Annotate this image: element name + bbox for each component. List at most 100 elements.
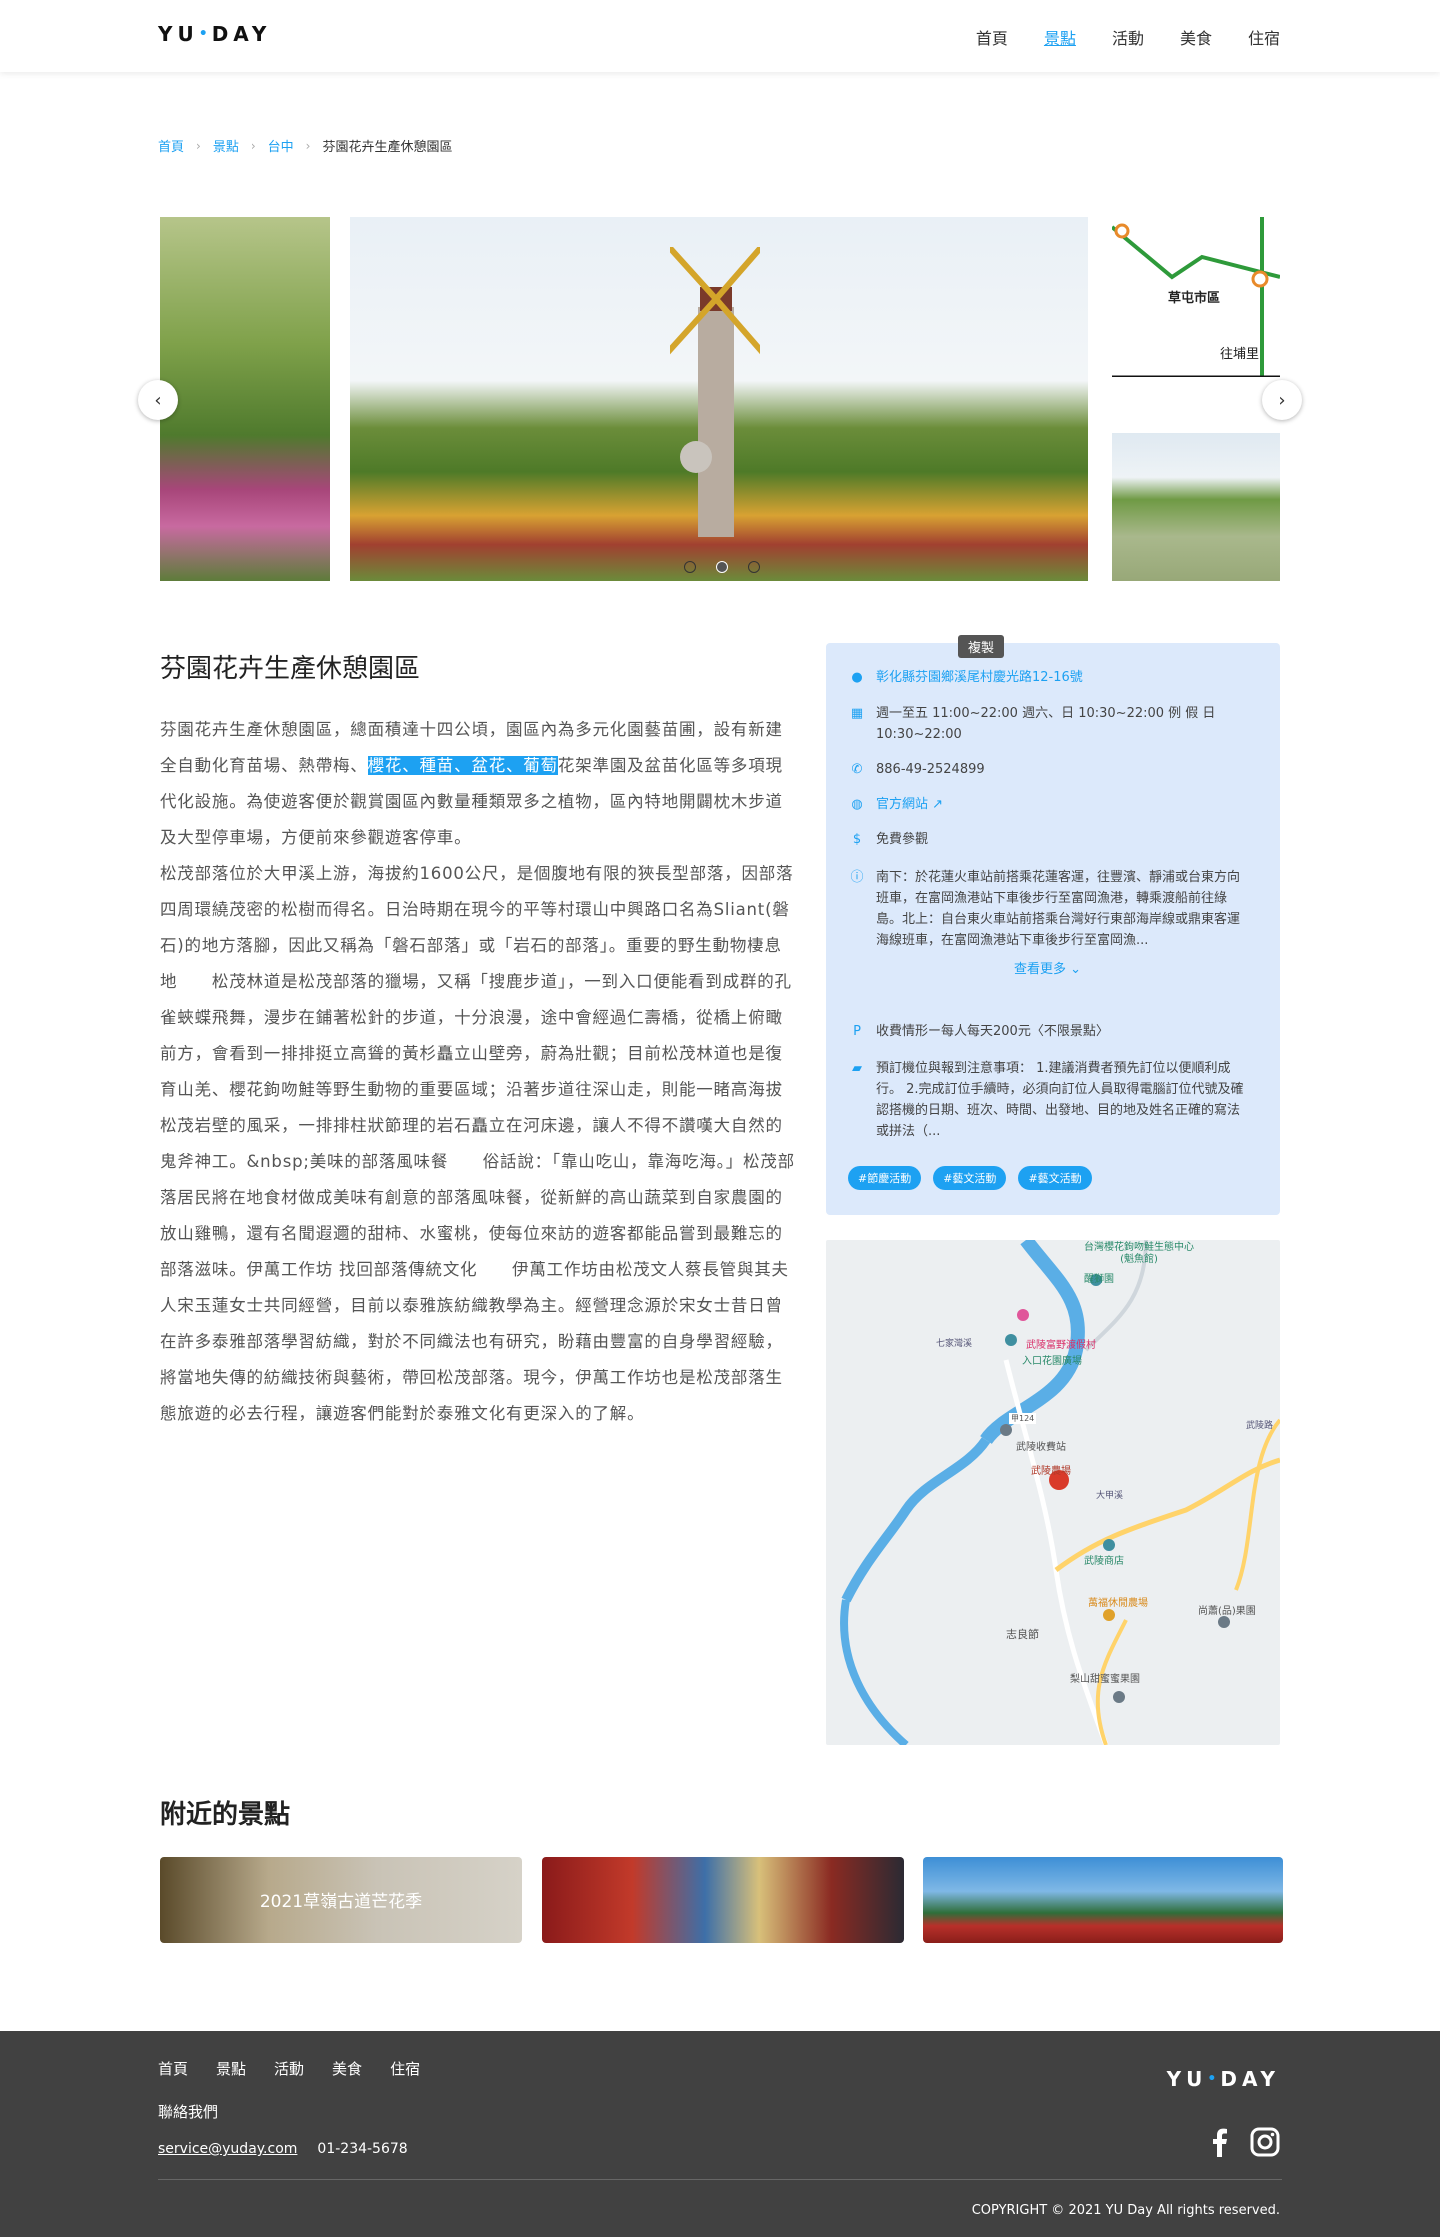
facebook-icon[interactable] [1212, 2127, 1228, 2157]
footer-nav-activities[interactable]: 活動 [274, 2058, 304, 2079]
globe-icon: ◍ [851, 797, 863, 812]
breadcrumb-home[interactable]: 首頁 [158, 136, 184, 155]
carousel-dot-1[interactable] [684, 561, 696, 573]
info-hours: ▦ 週一至五 11:00~22:00 週六、日 10:30~22:00 例 假 … [850, 703, 1246, 745]
transport-text: 南下：於花蓮火車站前搭乘花蓮客運，往豐濱、靜浦或台東方向班車，在富岡漁港站下車後… [876, 870, 1241, 948]
nearby-card[interactable] [542, 1857, 904, 1943]
map-label: 武陵商店 [1084, 1556, 1124, 1567]
tag-arts[interactable]: #藝文活動 [1018, 1166, 1092, 1190]
location-pin-icon: ● [851, 670, 863, 685]
logo-text-right: DAY [1220, 2067, 1280, 2091]
footer-social [1212, 2127, 1280, 2157]
windmill-image [670, 247, 760, 537]
footer-phone: 01-234-5678 [317, 2141, 408, 2157]
map-label: 梨山甜蜜蜜果園 [1070, 1674, 1140, 1685]
nav-food[interactable]: 美食 [1180, 25, 1212, 49]
footer-nav: 首頁 景點 活動 美食 住宿 [158, 2058, 420, 2079]
carousel-next-button[interactable]: › [1262, 380, 1302, 420]
carousel-slide-next[interactable]: 草屯市區 往埔里 [1112, 217, 1280, 581]
breadcrumb-separator-icon: › [196, 138, 201, 153]
chat-icon: ▰ [852, 1061, 862, 1076]
nearby-card[interactable]: 2021草嶺古道芒花季 [160, 1857, 522, 1943]
nav-activities[interactable]: 活動 [1112, 25, 1144, 49]
nav-attractions[interactable]: 景點 [1044, 25, 1076, 49]
carousel-slide-current[interactable] [350, 217, 1088, 581]
info-transport: ⓘ 南下：於花蓮火車站前搭乘花蓮客運，往豐濱、靜浦或台東方向班車，在富岡漁港站下… [850, 867, 1246, 951]
copy-tooltip: 複製 [958, 635, 1005, 658]
address-text[interactable]: 彰化縣芬園鄉溪尾村慶光路12-16號 [876, 667, 1246, 688]
map-label: 武陵農場 [1031, 1466, 1071, 1477]
info-card: ● 彰化縣芬園鄉溪尾村慶光路12-16號 ▦ 週一至五 11:00~22:00 … [826, 643, 1280, 1215]
breadcrumb-separator-icon: › [305, 138, 311, 153]
carousel-slide-prev[interactable] [160, 217, 330, 581]
location-map[interactable]: 台灣櫻花鉤吻鮭生態中心(魁魚館) 醒獅園 七家灣溪 武陵富野渡假村 入口花園廣場… [826, 1240, 1280, 1745]
show-more-label: 查看更多 [1014, 962, 1067, 977]
instagram-icon[interactable] [1250, 2127, 1280, 2157]
info-address: ● 彰化縣芬園鄉溪尾村慶光路12-16號 [850, 667, 1246, 688]
breadcrumb: 首頁 › 景點 › 台中 › 芬園花卉生產休憩園區 [158, 136, 453, 156]
hours-text: 週一至五 11:00~22:00 週六、日 10:30~22:00 例 假 日 … [876, 706, 1216, 742]
parking-text: 收費情形ー每人每天200元〈不限景點〉 [876, 1024, 1109, 1039]
tag-list: #節慶活動 #藝文活動 #藝文活動 [848, 1166, 1092, 1190]
notice-text: 預訂機位與報到注意事項： 1.建議消費者預先訂位以便順利成行。 2.完成訂位手續… [876, 1061, 1244, 1139]
map-thumb-label: 草屯市區 [1168, 291, 1221, 306]
parking-icon: P [853, 1024, 861, 1039]
logo-text-right: DAY [211, 22, 272, 46]
map-label: 台灣櫻花鉤吻鮭生態中心(魁魚館) [1084, 1242, 1194, 1265]
map-label: 志良節 [1006, 1628, 1039, 1641]
nearby-card[interactable] [923, 1857, 1283, 1943]
phone-icon: ✆ [851, 762, 863, 777]
dollar-icon: $ [852, 832, 862, 847]
desc-selected-text: 櫻花、種苗、盆花、葡萄 [367, 756, 558, 775]
external-link-icon: ↗ [932, 797, 944, 812]
attraction-title: 芬園花卉生產休憩園區 [160, 654, 421, 684]
carousel-dots [684, 561, 760, 573]
tag-festival[interactable]: #節慶活動 [848, 1166, 922, 1190]
site-footer: 首頁 景點 活動 美食 住宿 聯絡我們 service@yuday.com 01… [0, 2031, 1440, 2237]
chevron-left-icon: ‹ [154, 389, 162, 411]
footer-nav-food[interactable]: 美食 [332, 2058, 362, 2079]
show-more-button[interactable]: 查看更多 ⌄ [1014, 958, 1081, 977]
price-text: 免費參觀 [876, 832, 929, 847]
breadcrumb-attractions[interactable]: 景點 [213, 136, 239, 155]
carousel-dot-3[interactable] [748, 561, 760, 573]
site-header: YU•DAY 首頁 景點 活動 美食 住宿 [0, 0, 1440, 72]
map-label: 醒獅園 [1084, 1274, 1114, 1285]
carousel-prev-button[interactable]: ‹ [138, 380, 178, 420]
website-label: 官方網站 [876, 797, 929, 812]
map-label: 武陵路 [1246, 1421, 1274, 1431]
breadcrumb-taichung[interactable]: 台中 [268, 136, 294, 155]
footer-contact-info: service@yuday.com 01-234-5678 [158, 2141, 408, 2157]
map-road-label: 甲124 [1009, 1413, 1037, 1424]
map-label: 大甲溪 [1096, 1491, 1124, 1501]
map-label: 萬福休閒農場 [1088, 1598, 1148, 1609]
map-label: 尚蕭(品)果園 [1198, 1606, 1256, 1617]
phone-text: 886-49-2524899 [876, 762, 985, 777]
site-logo[interactable]: YU•DAY [158, 22, 271, 46]
footer-copyright: COPYRIGHT © 2021 YU Day All rights reser… [971, 2203, 1280, 2218]
chevron-right-icon: › [1278, 389, 1286, 411]
carousel-dot-2[interactable] [716, 561, 728, 573]
attraction-description: 芬園花卉生產休憩園區，總面積達十四公頃，園區內為多元化園藝苗圃，設有新建全自動化… [160, 712, 798, 1432]
logo-dot: • [1207, 2071, 1221, 2087]
map-label: 七家灣溪 [936, 1339, 973, 1349]
tag-arts[interactable]: #藝文活動 [933, 1166, 1007, 1190]
map-label: 入口花園廣場 [1022, 1356, 1082, 1367]
website-link[interactable]: 官方網站 ↗ [876, 794, 1246, 815]
logo-dot: • [198, 26, 212, 42]
footer-nav-lodging[interactable]: 住宿 [390, 2058, 420, 2079]
logo-text-left: YU [158, 22, 199, 46]
map-thumb-label: 往埔里 [1220, 347, 1260, 362]
main-nav: 首頁 景點 活動 美食 住宿 [976, 25, 1280, 49]
info-icon: ⓘ [850, 870, 864, 885]
nav-lodging[interactable]: 住宿 [1248, 25, 1280, 49]
footer-email-link[interactable]: service@yuday.com [158, 2141, 297, 2157]
footer-nav-attractions[interactable]: 景點 [216, 2058, 246, 2079]
footer-logo[interactable]: YU•DAY [1167, 2067, 1280, 2091]
info-phone: ✆ 886-49-2524899 [850, 759, 1246, 780]
footer-nav-home[interactable]: 首頁 [158, 2058, 188, 2079]
field-thumbnail-image [1112, 433, 1280, 581]
nav-home[interactable]: 首頁 [976, 25, 1008, 49]
breadcrumb-separator-icon: › [250, 138, 256, 153]
footer-contact-link[interactable]: 聯絡我們 [158, 2101, 218, 2122]
